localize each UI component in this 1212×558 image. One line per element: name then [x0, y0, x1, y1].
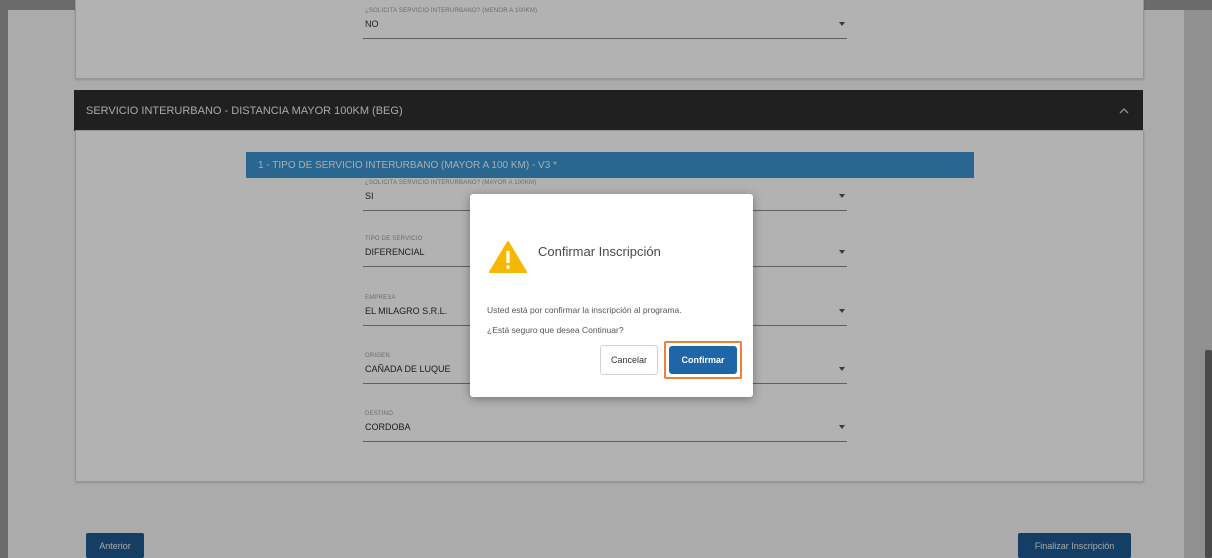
warning-icon [488, 240, 528, 279]
dialog-message-line: Usted está por confirmar la inscripción … [487, 305, 682, 315]
dialog-title: Confirmar Inscripción [538, 244, 661, 259]
confirm-button[interactable]: Confirmar [669, 346, 737, 374]
cancel-button[interactable]: Cancelar [600, 345, 658, 375]
dialog-message: Usted está por confirmar la inscripción … [487, 300, 743, 340]
dialog-message-line: ¿Está seguro que desea Continuar? [487, 325, 624, 335]
confirm-dialog: Confirmar Inscripción Usted está por con… [470, 194, 753, 397]
